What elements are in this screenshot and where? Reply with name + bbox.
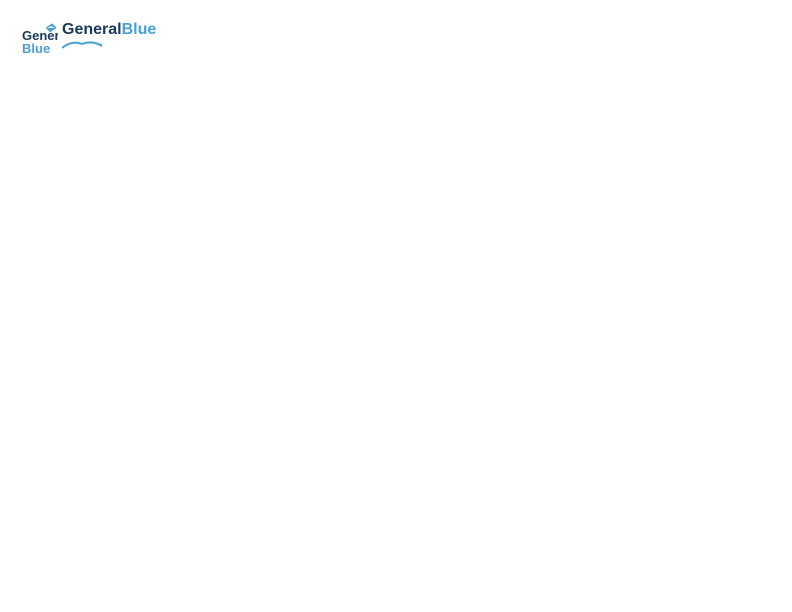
logo-bird-icon <box>62 38 102 52</box>
header: General Blue GeneralBlue <box>20 20 772 58</box>
svg-text:Blue: Blue <box>22 41 50 56</box>
logo-icon: General Blue <box>20 20 58 58</box>
logo: General Blue GeneralBlue <box>20 20 156 58</box>
logo-line1: GeneralBlue <box>62 21 156 39</box>
